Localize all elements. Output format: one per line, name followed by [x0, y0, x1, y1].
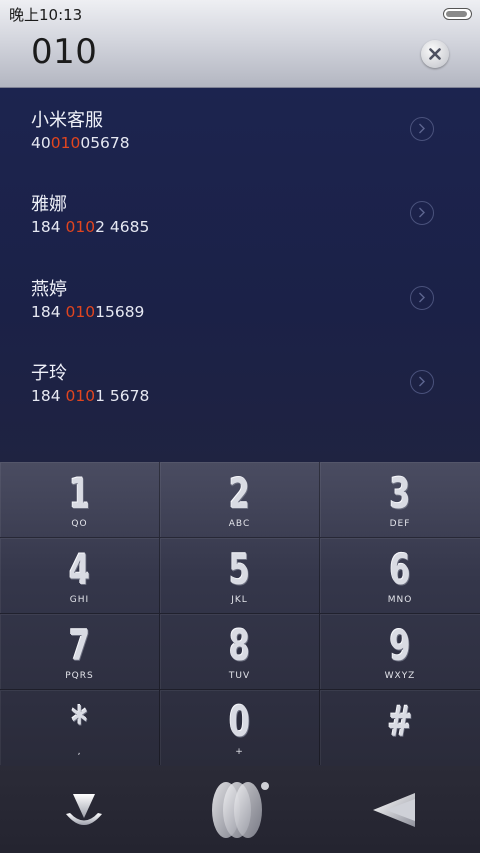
key-letters: QO: [71, 519, 88, 529]
key-0[interactable]: 0 +: [160, 690, 320, 765]
number-match: 010: [50, 134, 81, 152]
contact-name: 子玲: [31, 363, 67, 384]
key-5[interactable]: 5 JKL: [160, 538, 320, 614]
battery-icon: [443, 8, 472, 20]
battery-level: [446, 11, 467, 17]
result-row[interactable]: 小米客服 4001005678: [0, 88, 480, 172]
contact-detail-button[interactable]: [410, 201, 434, 225]
chevron-right-icon: [419, 292, 425, 303]
dial-keypad: 1 QO 2 ABC 3 DEF 4 GHI 5 JKL 6 MNO 7 PQR…: [0, 462, 480, 766]
status-time: 晚上10:13: [9, 6, 83, 24]
key-digit: #: [387, 697, 413, 746]
key-star[interactable]: * ,: [0, 690, 160, 765]
key-digit: 0: [228, 697, 251, 746]
contact-name: 小米客服: [31, 110, 103, 131]
contact-number: 184 01015689: [31, 303, 145, 321]
number-match: 010: [65, 387, 96, 405]
key-digit: *: [71, 697, 88, 746]
key-digit: 6: [389, 545, 411, 594]
result-row[interactable]: 燕婷 184 01015689: [0, 257, 480, 341]
chevron-right-icon: [419, 376, 425, 387]
key-digit: 7: [68, 621, 91, 670]
chevron-right-icon: [419, 123, 425, 134]
key-digit: 1: [68, 469, 91, 518]
key-9[interactable]: 9 WXYZ: [320, 614, 480, 690]
dialed-number: 010: [31, 32, 98, 72]
contact-detail-button[interactable]: [410, 286, 434, 310]
key-6[interactable]: 6 MNO: [320, 538, 480, 614]
key-2[interactable]: 2 ABC: [160, 462, 320, 538]
contact-number: 184 0102 4685: [31, 218, 150, 236]
chevron-right-icon: [419, 207, 425, 218]
key-digit: 3: [389, 469, 411, 518]
delete-icon: [373, 793, 415, 827]
dialer-screen: 晚上10:13 010 小米客服 4001005678 雅娜 184 0102 …: [0, 0, 480, 853]
key-letters: ABC: [228, 519, 251, 529]
number-match: 010: [65, 218, 96, 236]
result-row[interactable]: 子玲 184 0101 5678: [0, 341, 480, 425]
key-7[interactable]: 7 PQRS: [0, 614, 160, 690]
clear-button[interactable]: [421, 40, 449, 68]
contact-name: 燕婷: [31, 279, 67, 300]
key-4[interactable]: 4 GHI: [0, 538, 160, 614]
result-row[interactable]: 雅娜 184 0102 4685: [0, 172, 480, 256]
dialer-header: 晚上10:13 010: [0, 0, 480, 88]
key-letters: PQRS: [65, 671, 94, 681]
key-letters: ,: [77, 747, 82, 757]
hide-keypad-icon: [66, 794, 102, 825]
key-digit: 8: [228, 621, 251, 670]
key-digit: 4: [68, 545, 91, 594]
call-icon: [212, 782, 269, 838]
key-letters: MNO: [387, 595, 413, 605]
key-letters: TUV: [228, 671, 251, 681]
key-digit: 9: [389, 621, 411, 670]
delete-button[interactable]: [370, 788, 418, 836]
contact-detail-button[interactable]: [410, 117, 434, 141]
hide-keypad-button[interactable]: [62, 788, 106, 836]
close-icon: [429, 48, 441, 60]
key-letters: WXYZ: [384, 671, 416, 681]
key-letters: JKL: [231, 595, 248, 605]
key-1[interactable]: 1 QO: [0, 462, 160, 538]
contact-number: 4001005678: [31, 134, 130, 152]
contact-name: 雅娜: [31, 194, 67, 215]
contact-detail-button[interactable]: [410, 370, 434, 394]
key-letters: GHI: [69, 595, 90, 605]
key-letters: +: [235, 747, 244, 757]
call-button[interactable]: [206, 778, 272, 846]
key-hash[interactable]: #: [320, 690, 480, 765]
key-digit: 5: [228, 545, 251, 594]
dialer-action-bar: [0, 766, 480, 853]
search-results-list: 小米客服 4001005678 雅娜 184 0102 4685 燕婷 184 …: [0, 88, 480, 462]
key-8[interactable]: 8 TUV: [160, 614, 320, 690]
number-match: 010: [65, 303, 96, 321]
key-digit: 2: [228, 469, 251, 518]
contact-number: 184 0101 5678: [31, 387, 150, 405]
key-letters: DEF: [389, 519, 411, 529]
key-3[interactable]: 3 DEF: [320, 462, 480, 538]
